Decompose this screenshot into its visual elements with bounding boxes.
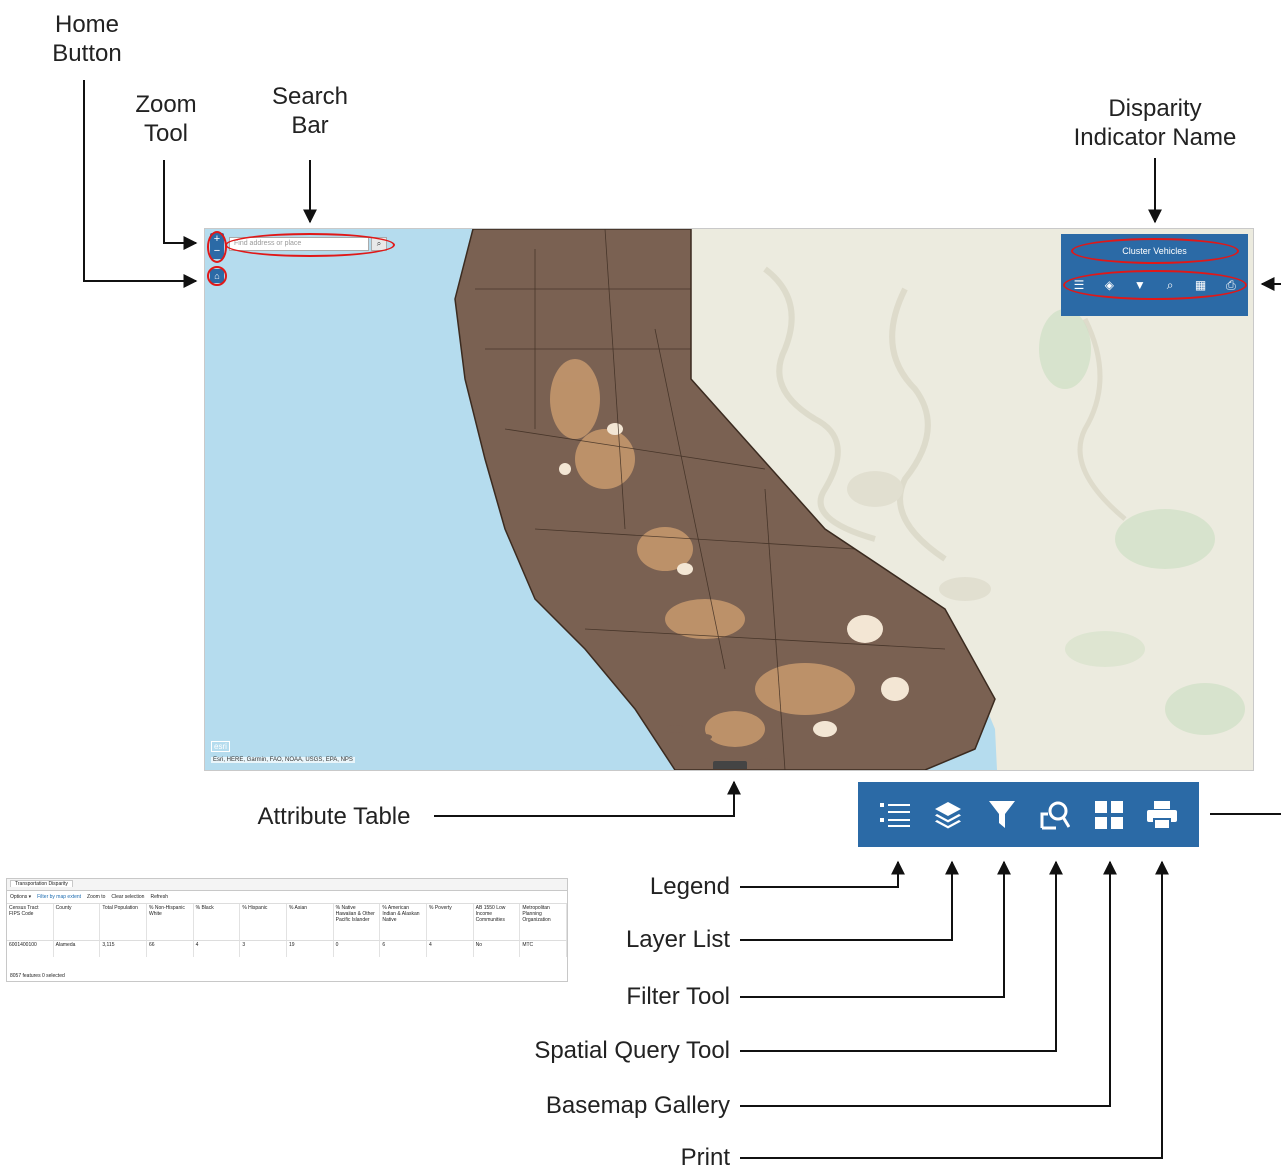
callout-zoom-tool: Zoom Tool bbox=[135, 91, 197, 147]
attribute-table-toggle[interactable] bbox=[713, 761, 747, 769]
table-cell[interactable]: 19 bbox=[287, 941, 334, 957]
layer-list-icon[interactable] bbox=[930, 797, 966, 833]
table-cell[interactable]: No bbox=[474, 941, 521, 957]
attribute-table: Transportation Disparity Options ▾ Filte… bbox=[6, 878, 568, 982]
callout-filter-tool: Filter Tool bbox=[626, 983, 730, 1010]
filter-by-extent-button[interactable]: Filter by map extent bbox=[37, 891, 81, 903]
attribute-grid: Census Tract FIPS Code County Total Popu… bbox=[7, 903, 567, 957]
callout-home-button: Home Button bbox=[52, 11, 122, 67]
table-cell[interactable]: Alameda bbox=[54, 941, 101, 957]
legend-icon[interactable] bbox=[877, 797, 913, 833]
map-attribution: Esri, HERE, Garmin, FAO, NOAA, USGS, EPA… bbox=[211, 757, 355, 763]
zoom-highlight bbox=[207, 231, 227, 263]
table-status: 8057 features 0 selected bbox=[10, 973, 65, 979]
clear-selection-button[interactable]: Clear selection bbox=[111, 891, 144, 903]
spatial-query-icon[interactable] bbox=[1037, 797, 1073, 833]
map-view[interactable]: + − ⌂ Find address or place ⌕ Cluster Ve… bbox=[204, 228, 1254, 771]
callout-spatial-query-tool: Spatial Query Tool bbox=[534, 1037, 730, 1064]
column-header[interactable]: % Black bbox=[193, 904, 241, 941]
column-header[interactable]: % American Indian & Alaskan Native bbox=[380, 904, 427, 941]
table-cell[interactable]: 3,115 bbox=[100, 941, 147, 957]
column-header[interactable]: % Native Hawaiian & Other Pacific Island… bbox=[333, 904, 381, 941]
table-cell[interactable]: 6001400100 bbox=[7, 941, 54, 957]
esri-logo: esri bbox=[211, 741, 230, 752]
toolbar-highlight bbox=[1063, 270, 1247, 300]
print-icon[interactable] bbox=[1144, 797, 1180, 833]
indicator-highlight bbox=[1071, 238, 1239, 264]
column-header[interactable]: % Poverty bbox=[427, 904, 474, 941]
options-menu[interactable]: Options ▾ bbox=[10, 891, 31, 903]
attribute-table-tab[interactable]: Transportation Disparity bbox=[10, 880, 73, 887]
refresh-button[interactable]: Refresh bbox=[150, 891, 168, 903]
callout-basemap-gallery: Basemap Gallery bbox=[545, 1092, 730, 1119]
callout-layer-list: Layer List bbox=[625, 926, 730, 953]
search-highlight bbox=[225, 233, 395, 257]
callout-print: Print bbox=[680, 1144, 730, 1171]
column-header[interactable]: % Non-Hispanic White bbox=[147, 904, 194, 941]
column-header[interactable]: AB 1550 Low Income Communities bbox=[473, 904, 521, 941]
enlarged-toolbar bbox=[858, 782, 1199, 847]
column-header[interactable]: Census Tract FIPS Code bbox=[7, 904, 54, 941]
table-cell[interactable]: 3 bbox=[240, 941, 287, 957]
column-header[interactable]: Total Population bbox=[100, 904, 147, 941]
callout-legend: Legend bbox=[649, 873, 730, 900]
column-header[interactable]: % Hispanic bbox=[240, 904, 287, 941]
home-highlight bbox=[207, 266, 227, 286]
callout-disparity-indicator-name: Disparity Indicator Name bbox=[1073, 95, 1237, 151]
column-header[interactable]: % Asian bbox=[287, 904, 334, 941]
table-cell[interactable]: MTC bbox=[520, 941, 567, 957]
callout-attribute-table: Attribute Table bbox=[257, 803, 411, 830]
disparity-panel: Cluster Vehicles ☰ ◈ ▼ ⌕ ▦ ⎙ bbox=[1061, 234, 1248, 316]
basemap-gallery-icon[interactable] bbox=[1091, 797, 1127, 833]
table-cell[interactable]: 66 bbox=[147, 941, 194, 957]
zoom-to-button[interactable]: Zoom to bbox=[87, 891, 105, 903]
table-cell[interactable]: 0 bbox=[334, 941, 381, 957]
filter-icon[interactable] bbox=[984, 797, 1020, 833]
table-cell[interactable]: 4 bbox=[194, 941, 241, 957]
column-header[interactable]: Metropolitan Planning Organization bbox=[520, 904, 567, 941]
table-cell[interactable]: 6 bbox=[380, 941, 427, 957]
column-header[interactable]: County bbox=[53, 904, 101, 941]
table-cell[interactable]: 4 bbox=[427, 941, 474, 957]
callout-search-bar: Search Bar bbox=[271, 83, 349, 139]
